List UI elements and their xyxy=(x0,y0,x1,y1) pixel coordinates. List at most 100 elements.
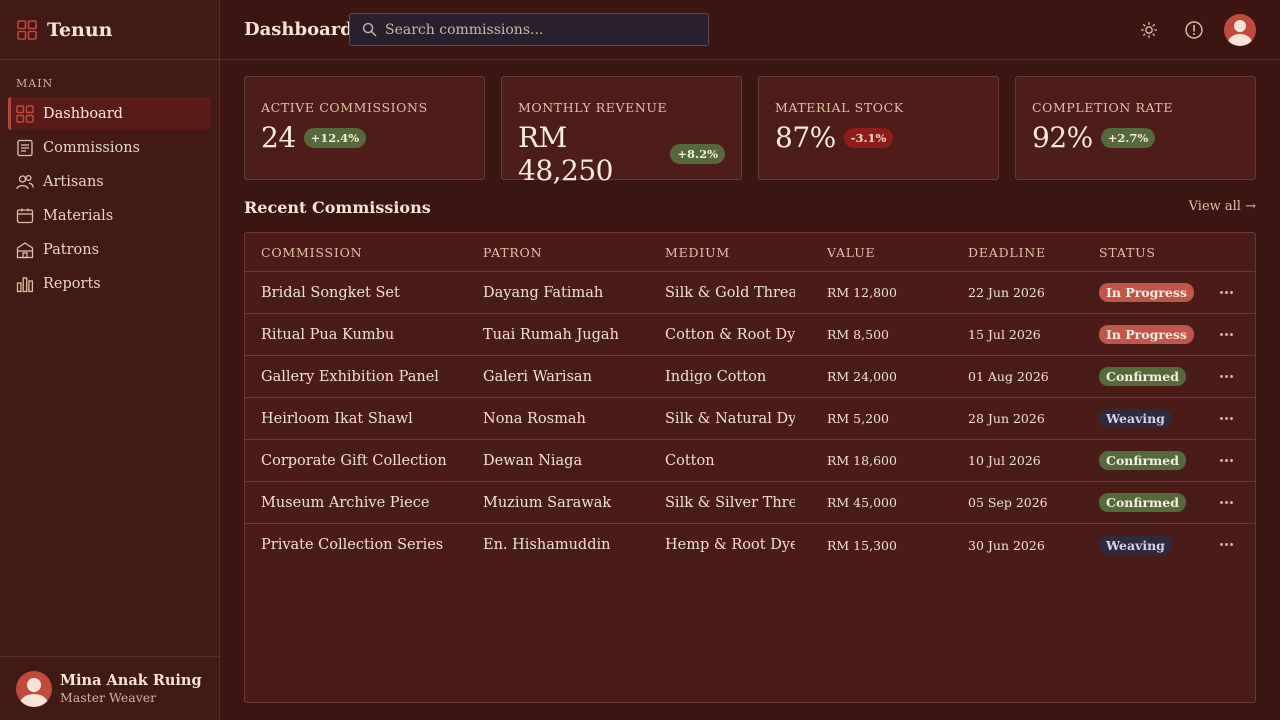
cell-deadline: 10 Jul 2026 xyxy=(968,453,1041,468)
sidebar-item-label: Commissions xyxy=(43,139,140,156)
sidebar-item-patrons[interactable]: Patrons xyxy=(8,233,211,266)
user-name: Mina Anak Ruing xyxy=(60,672,202,689)
cell-patron: Tuai Rumah Jugah xyxy=(483,326,619,343)
stat-card-active-commissions[interactable]: ACTIVE COMMISSIONS 24 +12.4% xyxy=(244,76,485,180)
users-icon xyxy=(16,174,34,189)
commissions-table: COMMISSION PATRON MEDIUM VALUE DEADLINE … xyxy=(244,232,1256,703)
sidebar-item-dashboard[interactable]: Dashboard xyxy=(8,97,211,130)
more-options-icon[interactable] xyxy=(1220,290,1234,295)
column-header-value[interactable]: VALUE xyxy=(827,233,947,271)
cell-patron: En. Hishamuddin xyxy=(483,537,611,553)
table-row[interactable]: Museum Archive Piece Muzium Sarawak Silk… xyxy=(245,482,1255,524)
more-options-icon[interactable] xyxy=(1220,416,1234,421)
header-avatar[interactable] xyxy=(1224,14,1256,46)
cell-value: RM 18,600 xyxy=(827,453,897,468)
sidebar-item-label: Artisans xyxy=(43,173,104,190)
alert-icon[interactable] xyxy=(1184,20,1204,40)
stat-card-material-stock[interactable]: MATERIAL STOCK 87% -3.1% xyxy=(758,76,999,180)
user-profile[interactable]: Mina Anak Ruing Master Weaver xyxy=(0,656,220,720)
sidebar-item-label: Materials xyxy=(43,207,114,224)
search-input[interactable] xyxy=(385,21,685,38)
more-options-icon[interactable] xyxy=(1220,332,1234,337)
avatar-head-shape xyxy=(27,677,41,692)
stat-card-completion-rate[interactable]: COMPLETION RATE 92% +2.7% xyxy=(1015,76,1256,180)
status-badge: Confirmed xyxy=(1099,451,1186,470)
sidebar-item-materials[interactable]: Materials xyxy=(8,199,211,232)
sidebar-item-label: Reports xyxy=(43,275,101,292)
sidebar: Tenun MAIN Dashboard Commissions Artisan… xyxy=(0,0,220,720)
cell-deadline: 05 Sep 2026 xyxy=(968,495,1048,510)
sun-icon[interactable] xyxy=(1139,20,1159,40)
cell-patron: Dayang Fatimah xyxy=(483,284,604,301)
cell-medium: Silk & Natural Dye xyxy=(665,410,795,427)
stat-card-monthly-revenue[interactable]: MONTHLY REVENUE RM 48,250 +8.2% xyxy=(501,76,742,187)
stat-value: RM 48,250 xyxy=(518,121,613,187)
cell-value: RM 5,200 xyxy=(827,411,889,426)
cell-commission: Corporate Gift Collection xyxy=(261,452,447,469)
cell-medium: Silk & Silver Thre... xyxy=(665,494,795,511)
table-row[interactable]: Bridal Songket Set Dayang Fatimah Silk &… xyxy=(245,272,1255,314)
brand[interactable]: Tenun xyxy=(0,0,219,60)
column-header-deadline[interactable]: DEADLINE xyxy=(968,233,1088,271)
box-icon xyxy=(16,208,34,223)
table-row[interactable]: Heirloom Ikat Shawl Nona Rosmah Silk & N… xyxy=(245,398,1255,440)
cell-deadline: 30 Jun 2026 xyxy=(968,537,1045,553)
view-all-link[interactable]: View all → xyxy=(1189,199,1256,214)
status-badge: In Progress xyxy=(1099,325,1194,344)
cell-patron: Nona Rosmah xyxy=(483,410,586,427)
cell-commission: Museum Archive Piece xyxy=(261,494,430,511)
more-options-icon[interactable] xyxy=(1220,543,1234,547)
table-row[interactable]: Corporate Gift Collection Dewan Niaga Co… xyxy=(245,440,1255,482)
column-header-patron[interactable]: PATRON xyxy=(483,233,653,271)
sidebar-nav: Dashboard Commissions Artisans Materials… xyxy=(8,97,211,301)
cell-medium: Cotton & Root Dye xyxy=(665,326,795,343)
status-badge: In Progress xyxy=(1099,283,1194,302)
table-row[interactable]: Ritual Pua Kumbu Tuai Rumah Jugah Cotton… xyxy=(245,314,1255,356)
cell-value: RM 15,300 xyxy=(827,537,897,553)
more-options-icon[interactable] xyxy=(1220,500,1234,505)
sidebar-item-label: Patrons xyxy=(43,241,100,258)
more-options-icon[interactable] xyxy=(1220,374,1234,379)
table-row[interactable]: Private Collection Series En. Hishamuddi… xyxy=(245,524,1255,566)
cell-commission: Bridal Songket Set xyxy=(261,284,400,301)
sidebar-item-artisans[interactable]: Artisans xyxy=(8,165,211,198)
sidebar-item-reports[interactable]: Reports xyxy=(8,267,211,300)
cell-commission: Heirloom Ikat Shawl xyxy=(261,410,413,427)
sidebar-item-label: Dashboard xyxy=(43,105,123,122)
search-box[interactable] xyxy=(349,13,709,46)
cell-commission: Private Collection Series xyxy=(261,537,444,553)
sidebar-item-commissions[interactable]: Commissions xyxy=(8,131,211,164)
section-title: Recent Commissions xyxy=(244,198,431,217)
document-icon xyxy=(17,139,33,156)
cell-medium: Silk & Gold Thread xyxy=(665,284,795,301)
table-row[interactable]: Gallery Exhibition Panel Galeri Warisan … xyxy=(245,356,1255,398)
cell-deadline: 22 Jun 2026 xyxy=(968,285,1045,300)
bar-chart-icon xyxy=(16,276,34,292)
cell-patron: Galeri Warisan xyxy=(483,368,592,385)
cell-deadline: 28 Jun 2026 xyxy=(968,411,1045,426)
status-badge: Weaving xyxy=(1099,409,1172,428)
stat-label: ACTIVE COMMISSIONS xyxy=(261,100,428,115)
grid-logo-icon xyxy=(17,19,37,40)
user-meta: Mina Anak Ruing Master Weaver xyxy=(60,672,202,705)
avatar[interactable] xyxy=(16,670,52,707)
stat-label: MATERIAL STOCK xyxy=(775,100,904,115)
cell-value: RM 8,500 xyxy=(827,327,889,342)
stat-value: 24 xyxy=(261,121,296,154)
column-header-medium[interactable]: MEDIUM xyxy=(665,233,795,271)
cell-deadline: 01 Aug 2026 xyxy=(968,369,1049,384)
stat-delta-badge: -3.1% xyxy=(843,127,894,148)
avatar-body-shape xyxy=(1228,34,1252,46)
cell-commission: Gallery Exhibition Panel xyxy=(261,368,439,385)
column-header-commission[interactable]: COMMISSION xyxy=(261,233,471,271)
column-header-status[interactable]: STATUS xyxy=(1099,233,1209,271)
cell-medium: Cotton xyxy=(665,452,715,469)
grid-icon xyxy=(16,104,34,123)
more-options-icon[interactable] xyxy=(1220,458,1234,463)
stat-label: MONTHLY REVENUE xyxy=(518,100,668,115)
stat-delta-badge: +2.7% xyxy=(1100,127,1156,148)
stat-label: COMPLETION RATE xyxy=(1032,100,1174,115)
user-role: Master Weaver xyxy=(60,690,157,705)
cell-medium: Indigo Cotton xyxy=(665,368,767,385)
brand-name: Tenun xyxy=(47,18,113,41)
